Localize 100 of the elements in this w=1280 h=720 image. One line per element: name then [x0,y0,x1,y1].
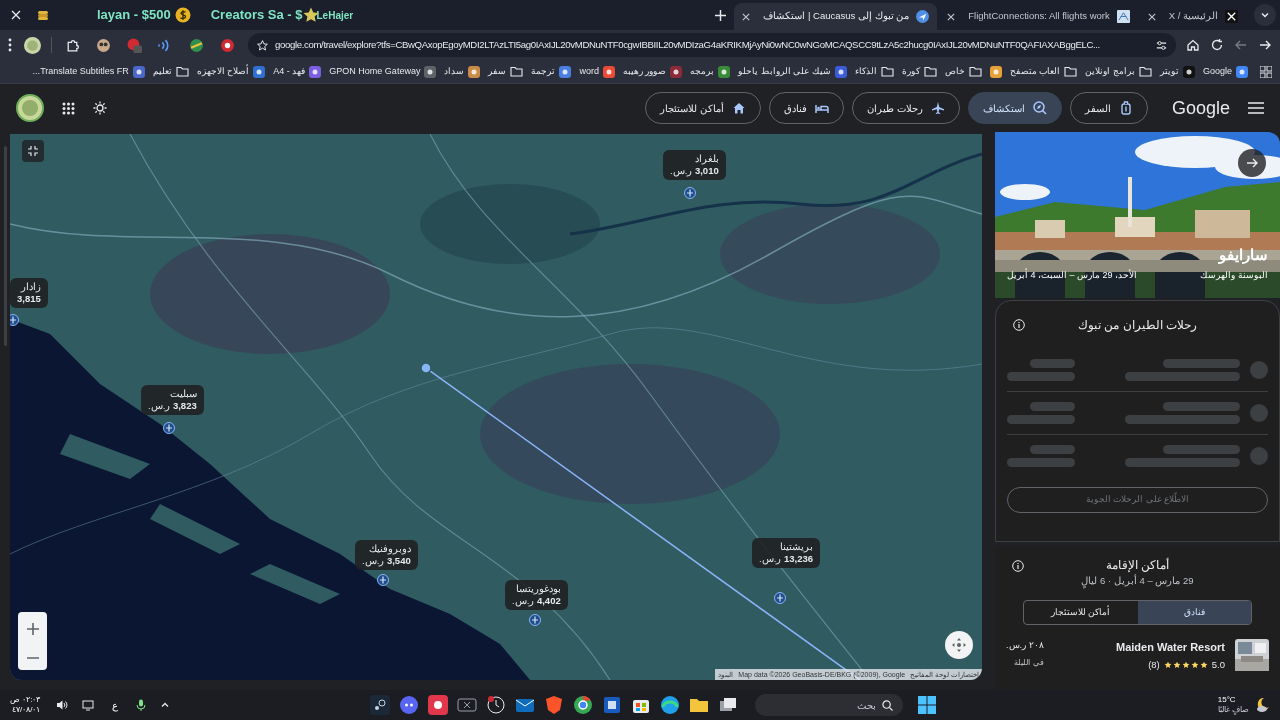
new-tab-icon[interactable] [715,10,727,21]
clock-date[interactable]: ٤٧/٠٨/٠١ [12,706,41,714]
skeleton-bar [1030,359,1075,368]
menu-icon[interactable] [1248,102,1264,114]
folder-icon [175,66,189,77]
bookmark-link[interactable]: سفر [488,64,524,79]
bookmark-link[interactable]: GPON Home Gateway [329,64,437,79]
browser-tab[interactable]: FlightConnections: All flights work [939,3,1138,30]
site-icon [559,65,572,78]
zoom-in-icon[interactable] [26,623,39,635]
clock-time[interactable]: ٠٢:٠٣ ص [10,696,41,704]
skeleton-bar [1030,445,1075,454]
more-menu-icon[interactable] [8,38,12,52]
city-name: سبليت [169,388,197,400]
airport-marker-icon[interactable] [377,574,389,586]
weather-condition[interactable]: صافٍ غالبًا [1217,706,1249,714]
tune-icon[interactable] [1155,38,1168,52]
site-icon [253,65,266,78]
puzzle-icon[interactable] [65,37,80,53]
rating-value: 5.0 [1211,657,1225,672]
site-icon [1182,65,1195,78]
home-icon[interactable] [1186,38,1200,52]
bookmark-link[interactable]: الذكاء [854,64,894,79]
airport-marker-icon[interactable] [10,314,19,326]
reload-icon[interactable] [1210,38,1224,52]
skeleton-bar [1007,458,1075,467]
network-icon[interactable] [82,699,95,711]
collapse-button[interactable] [22,140,44,162]
close-icon[interactable] [1147,12,1156,21]
bookmark-link[interactable]: شيك على الروابط ياحلو [738,64,847,79]
skeleton-bar [1007,372,1075,381]
bookmark-link[interactable]: كورة [901,64,937,79]
bookmark-link[interactable]: برامج اونلاين [1085,64,1152,79]
bookmark-link[interactable]: سداد [444,64,481,79]
bookmark-link[interactable] [989,65,1002,78]
country-label: البوسنة والهرسك [1200,268,1268,282]
bookmark-link[interactable]: خاص [944,64,982,79]
clock-app-icon[interactable] [486,695,507,715]
avatar-icon[interactable] [16,94,44,122]
x-logo-icon [1225,10,1238,23]
apps-grid-icon[interactable] [62,101,75,115]
airport-marker-icon[interactable] [774,592,786,604]
airport-marker-icon[interactable] [684,187,696,199]
badge-extension-icon[interactable] [127,37,142,53]
star-icon[interactable] [256,38,269,52]
bookmark-link[interactable]: word [579,64,615,79]
forward-icon[interactable] [1258,38,1272,52]
address-bar[interactable]: google.com/travel/explore?tfs=CBwQAxopEgoyMDI2LTAzLTI5ag0IAxIJL20vMDNuNTF0cgwIBBIIL20vMDIzaG4aKRIKMjAyNi0wNC0wNGoMCAQSCC9tLzA5c2hucg0IAxIJL20vMDNuNTF0QAFIAXABggELC... [248,33,1176,57]
airport-marker-icon[interactable] [163,422,175,434]
folder-icon [510,66,524,77]
chevron-up-icon[interactable] [160,700,171,710]
bookmark-link[interactable]: Translate Subtitles FR... [32,64,145,79]
bookmark-link[interactable]: تعليم [152,64,189,79]
bookmark-link[interactable]: فهد - A4 [273,64,322,79]
site-icon [718,65,731,78]
site-icon [602,65,615,78]
microphone-icon[interactable] [136,699,147,711]
tab-list-button[interactable] [1254,4,1276,26]
site-icon [834,65,847,78]
airport-marker-icon[interactable] [529,614,541,626]
moon-cloud-icon[interactable] [1254,697,1270,713]
hotel-name[interactable]: Maiden Water Resort [1116,639,1225,656]
apps-grid-icon[interactable] [1260,65,1272,78]
taskbar-search-field[interactable]: بحث [755,694,904,716]
trip-dates: الأحد، 29 مارس – السبت، 4 أبريل [1007,268,1138,282]
start-icon[interactable] [918,696,937,714]
volume-icon[interactable] [56,699,69,711]
close-box-icon[interactable] [457,695,478,715]
overlay-text: layan - $500 [97,6,171,25]
city-name: بلغراد [694,153,719,165]
location-dot-icon[interactable] [420,362,432,374]
arrow-right-icon [1246,157,1258,169]
bookmark-link[interactable]: Google [1202,64,1248,79]
segment-tab[interactable]: فنادق [1137,601,1251,625]
record-extension-icon[interactable] [220,37,235,53]
segment-tab[interactable]: أماكن للاستئجار [1024,601,1138,625]
info-icon[interactable] [1012,560,1024,572]
folder-icon [968,66,982,77]
info-icon[interactable] [1013,319,1025,331]
folder-icon [1064,66,1078,77]
theme-icon[interactable] [93,101,107,115]
temperature-label[interactable]: 15°C [1217,696,1236,704]
section-title: أماكن الإقامة [1105,557,1170,574]
avatar-icon[interactable] [24,36,41,54]
bookmark-link[interactable]: العاب متصفح [1009,64,1078,79]
bookmark-link[interactable]: ترجمة [531,64,572,79]
bookmark-link[interactable]: صوور رهيبه [622,64,683,79]
browser-tab[interactable]: الرئيسية / X [1139,3,1246,30]
review-count: (8) [1148,657,1160,672]
close-icon[interactable] [947,12,956,21]
bookmark-link[interactable]: برمجه [690,64,731,79]
close-icon[interactable] [742,12,751,21]
bookmark-link[interactable]: تويتر [1159,64,1195,79]
folder-icon [880,66,894,77]
language-indicator[interactable]: ع [112,697,119,713]
bookmark-link[interactable]: أصلاح الاجهزه [196,64,266,79]
star-icon [1181,660,1190,669]
nav-chip[interactable]: استكشاف [967,92,1062,124]
browser-tab[interactable]: من تبوك إلى Caucasus | استكشاف [734,3,938,30]
google-logo[interactable]: Google [1171,94,1230,122]
